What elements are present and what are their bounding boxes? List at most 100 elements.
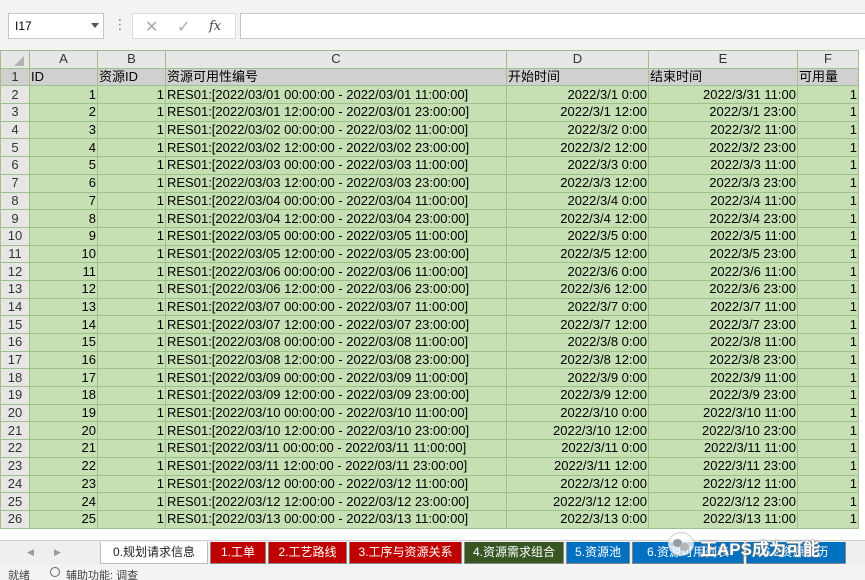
cell-qty[interactable]: 1 <box>797 421 859 441</box>
cell-id[interactable]: 11 <box>29 262 98 281</box>
cell-res[interactable]: 1 <box>97 368 166 388</box>
cell-code[interactable]: RES01:[2022/03/12 12:00:00 - 2022/03/12 … <box>165 492 507 511</box>
row-header[interactable]: 12 <box>0 262 30 281</box>
column-header-c[interactable]: C <box>165 50 507 69</box>
cell-id[interactable]: 15 <box>29 333 98 352</box>
cell-code[interactable]: RES01:[2022/03/11 12:00:00 - 2022/03/11 … <box>165 456 507 476</box>
cell-code[interactable]: RES01:[2022/03/02 00:00:00 - 2022/03/02 … <box>165 120 507 140</box>
cell-qty[interactable]: 1 <box>797 103 859 122</box>
row-header[interactable]: 2 <box>0 85 30 105</box>
row-header[interactable]: 21 <box>0 421 30 441</box>
column-header-b[interactable]: B <box>97 50 166 69</box>
cell-res[interactable]: 1 <box>97 474 166 494</box>
cell-code[interactable]: RES01:[2022/03/09 00:00:00 - 2022/03/09 … <box>165 368 507 388</box>
cell-qty[interactable]: 1 <box>797 509 859 529</box>
cell-qty[interactable]: 1 <box>797 85 859 105</box>
cell-qty[interactable]: 1 <box>797 350 859 370</box>
tab-scroll-left-icon[interactable]: ◀ <box>27 547 34 558</box>
cell-qty[interactable]: 1 <box>797 492 859 511</box>
name-box[interactable]: I17 <box>8 13 104 39</box>
cell-res[interactable]: 1 <box>97 156 166 175</box>
cell-end[interactable]: 2022/3/7 23:00 <box>648 315 798 334</box>
cell-res[interactable]: 1 <box>97 333 166 352</box>
cell-qty[interactable]: 1 <box>797 439 859 458</box>
cell-end[interactable]: 2022/3/2 11:00 <box>648 120 798 140</box>
cell-id[interactable]: 12 <box>29 279 98 299</box>
cell-qty[interactable]: 1 <box>797 456 859 476</box>
cell-res[interactable]: 1 <box>97 191 166 211</box>
row-header[interactable]: 6 <box>0 156 30 175</box>
row-header[interactable]: 18 <box>0 368 30 388</box>
cell-start[interactable]: 2022/3/2 12:00 <box>506 138 649 158</box>
cell-id[interactable]: 17 <box>29 368 98 388</box>
accessibility-status[interactable]: 辅助功能: 调查 <box>66 567 138 580</box>
sheet-tab[interactable]: 3.工序与资源关系 <box>349 542 462 564</box>
cell-code[interactable]: RES01:[2022/03/08 00:00:00 - 2022/03/08 … <box>165 333 507 352</box>
cell-id[interactable]: 24 <box>29 492 98 511</box>
cell-res[interactable]: 1 <box>97 226 166 246</box>
cell-start[interactable]: 2022/3/13 0:00 <box>506 509 649 529</box>
cell-id[interactable]: 1 <box>29 85 98 105</box>
cell-id[interactable]: 22 <box>29 456 98 476</box>
cell-code[interactable]: RES01:[2022/03/05 00:00:00 - 2022/03/05 … <box>165 226 507 246</box>
cell-qty[interactable]: 1 <box>797 279 859 299</box>
cell-qty[interactable]: 1 <box>797 226 859 246</box>
cell-qty[interactable]: 1 <box>797 403 859 423</box>
cell-start[interactable]: 2022/3/7 12:00 <box>506 315 649 334</box>
cell-res[interactable]: 1 <box>97 297 166 317</box>
row-header[interactable]: 13 <box>0 279 30 299</box>
row-header[interactable]: 19 <box>0 386 30 405</box>
cell-qty[interactable]: 1 <box>797 120 859 140</box>
cell-end[interactable]: 2022/3/5 11:00 <box>648 226 798 246</box>
cell-start[interactable]: 2022/3/6 0:00 <box>506 262 649 281</box>
cell-res[interactable]: 1 <box>97 279 166 299</box>
cell-start[interactable]: 2022/3/5 12:00 <box>506 244 649 264</box>
row-header[interactable]: 16 <box>0 333 30 352</box>
cell-res[interactable]: 1 <box>97 350 166 370</box>
cell-id[interactable]: 6 <box>29 173 98 193</box>
row-header[interactable]: 25 <box>0 492 30 511</box>
cell-res[interactable]: 1 <box>97 315 166 334</box>
cell-qty[interactable]: 1 <box>797 386 859 405</box>
cell-qty[interactable]: 1 <box>797 173 859 193</box>
cell-id[interactable]: 18 <box>29 386 98 405</box>
cell-start[interactable]: 2022/3/11 0:00 <box>506 439 649 458</box>
cell-qty[interactable]: 1 <box>797 297 859 317</box>
cell-start[interactable]: 2022/3/3 12:00 <box>506 173 649 193</box>
cell-end[interactable]: 2022/3/9 23:00 <box>648 386 798 405</box>
cell-end[interactable]: 2022/3/6 23:00 <box>648 279 798 299</box>
cell-id[interactable]: 19 <box>29 403 98 423</box>
cell-end[interactable]: 2022/3/1 23:00 <box>648 103 798 122</box>
more-dots-icon[interactable]: ⋮ <box>113 16 127 33</box>
cell-end[interactable]: 2022/3/3 11:00 <box>648 156 798 175</box>
cell-code[interactable]: RES01:[2022/03/01 00:00:00 - 2022/03/01 … <box>165 85 507 105</box>
row-header[interactable]: 20 <box>0 403 30 423</box>
cell-code[interactable]: RES01:[2022/03/07 12:00:00 - 2022/03/07 … <box>165 315 507 334</box>
select-all-corner[interactable] <box>0 50 30 69</box>
cell-id[interactable]: 3 <box>29 120 98 140</box>
cell-start[interactable]: 2022/3/2 0:00 <box>506 120 649 140</box>
cell-start[interactable]: 2022/3/1 12:00 <box>506 103 649 122</box>
cell-res[interactable]: 1 <box>97 456 166 476</box>
cell-res[interactable]: 1 <box>97 262 166 281</box>
cell-code[interactable]: RES01:[2022/03/01 12:00:00 - 2022/03/01 … <box>165 103 507 122</box>
cell-id[interactable]: 20 <box>29 421 98 441</box>
cell-code[interactable]: RES01:[2022/03/09 12:00:00 - 2022/03/09 … <box>165 386 507 405</box>
cell-id[interactable]: 16 <box>29 350 98 370</box>
column-header-d[interactable]: D <box>506 50 649 69</box>
cell-id[interactable]: 2 <box>29 103 98 122</box>
row-header[interactable]: 23 <box>0 456 30 476</box>
header-cell[interactable]: 开始时间 <box>506 67 649 87</box>
cell-qty[interactable]: 1 <box>797 333 859 352</box>
column-header-e[interactable]: E <box>648 50 798 69</box>
cell-id[interactable]: 5 <box>29 156 98 175</box>
cell-id[interactable]: 4 <box>29 138 98 158</box>
cell-id[interactable]: 14 <box>29 315 98 334</box>
header-cell[interactable]: 资源可用性编号 <box>165 67 507 87</box>
row-header[interactable]: 10 <box>0 226 30 246</box>
chevron-down-icon[interactable] <box>91 23 99 28</box>
cell-start[interactable]: 2022/3/4 12:00 <box>506 209 649 228</box>
accessibility-icon[interactable] <box>50 567 60 577</box>
cell-start[interactable]: 2022/3/9 12:00 <box>506 386 649 405</box>
cell-end[interactable]: 2022/3/10 23:00 <box>648 421 798 441</box>
